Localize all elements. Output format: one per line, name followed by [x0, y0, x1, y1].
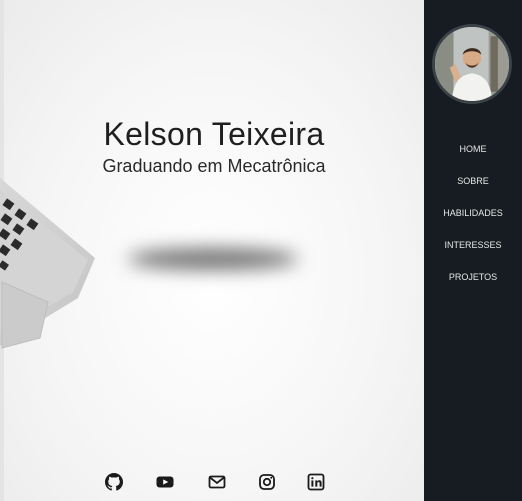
instagram-icon[interactable]: [258, 473, 276, 491]
sidebar-nav: HOME SOBRE HABILIDADES INTERESSES PROJET…: [424, 142, 522, 302]
social-links: [0, 473, 424, 493]
hero-section: Kelson Teixeira Graduando em Mecatrônica: [0, 0, 424, 501]
envelope-icon[interactable]: [208, 473, 226, 491]
nav-item-sobre[interactable]: SOBRE: [424, 174, 522, 206]
sidebar: HOME SOBRE HABILIDADES INTERESSES PROJET…: [424, 0, 522, 501]
nav-item-home[interactable]: HOME: [424, 142, 522, 174]
github-icon[interactable]: [105, 473, 123, 491]
nav-item-habilidades[interactable]: HABILIDADES: [424, 206, 522, 238]
hero-name: Kelson Teixeira: [103, 116, 325, 152]
laptop-image: [0, 178, 95, 349]
hero-subtitle: Graduando em Mecatrônica: [102, 156, 326, 176]
decorative-shadow: [128, 248, 298, 270]
nav-item-projetos[interactable]: PROJETOS: [424, 270, 522, 302]
youtube-icon[interactable]: [156, 473, 174, 491]
linkedin-icon[interactable]: [307, 473, 325, 491]
avatar: [432, 24, 512, 104]
nav-item-interesses[interactable]: INTERESSES: [424, 238, 522, 270]
